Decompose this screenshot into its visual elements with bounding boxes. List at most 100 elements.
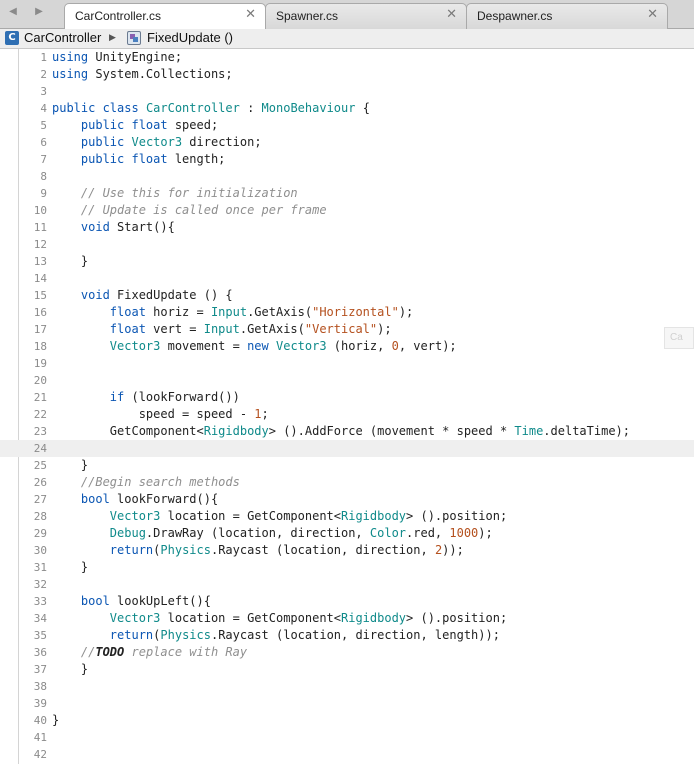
line-number: 34 [33, 612, 47, 625]
code-token: speed; [167, 118, 219, 132]
code-token: location = GetComponent< [160, 509, 341, 523]
code-token: Start(){ [109, 220, 175, 234]
line-number: 30 [33, 544, 47, 557]
code-text: } [52, 661, 88, 678]
code-token: movement = [160, 339, 248, 353]
code-token: Vector3 [276, 339, 327, 353]
line-number: 16 [33, 306, 47, 319]
code-text: } [52, 457, 88, 474]
code-token: (horiz, [326, 339, 392, 353]
code-line[interactable]: 38 [0, 678, 694, 695]
code-token: .GetAxis( [247, 305, 313, 319]
code-line[interactable]: 28 Vector3 location = GetComponent<Rigid… [0, 508, 694, 525]
code-token: Time [514, 424, 544, 438]
code-line[interactable]: 19 [0, 355, 694, 372]
code-line[interactable]: 10 // Update is called once per frame [0, 202, 694, 219]
code-line[interactable]: 18 Vector3 movement = new Vector3 (horiz… [0, 338, 694, 355]
code-token: Debug [109, 526, 146, 540]
code-line[interactable]: 20 [0, 372, 694, 389]
close-icon[interactable]: ✕ [245, 8, 256, 22]
code-token: "Horizontal" [312, 305, 399, 319]
code-line[interactable]: 27 bool lookForward(){ [0, 491, 694, 508]
code-text: public class CarController : MonoBehavio… [52, 100, 370, 117]
code-token: void [80, 288, 110, 302]
close-icon[interactable]: ✕ [446, 8, 457, 22]
breadcrumb-method[interactable]: FixedUpdate () [147, 30, 233, 45]
code-line[interactable]: 26 //Begin search methods [0, 474, 694, 491]
code-token: vert = [145, 322, 204, 336]
code-line[interactable]: 3 [0, 83, 694, 100]
code-line[interactable]: 21 if (lookForward()) [0, 389, 694, 406]
code-line[interactable]: 37 } [0, 661, 694, 678]
code-line[interactable]: 35 return(Physics.Raycast (location, dir… [0, 627, 694, 644]
code-line[interactable]: 17 float vert = Input.GetAxis("Vertical"… [0, 321, 694, 338]
tab-label: Despawner.cs [477, 9, 553, 23]
code-line[interactable]: 34 Vector3 location = GetComponent<Rigid… [0, 610, 694, 627]
code-line[interactable]: 22 speed = speed - 1; [0, 406, 694, 423]
code-line[interactable]: 36 //TODO replace with Ray [0, 644, 694, 661]
code-line[interactable]: 6 public Vector3 direction; [0, 134, 694, 151]
code-line[interactable]: 1 using UnityEngine; [0, 49, 694, 66]
code-line[interactable]: 25 } [0, 457, 694, 474]
code-token: //Begin search methods [80, 475, 240, 489]
code-token: Color [369, 526, 407, 540]
code-line[interactable]: 11 void Start(){ [0, 219, 694, 236]
back-arrow-icon[interactable]: ◀ [4, 5, 22, 19]
code-line[interactable]: 9 // Use this for initialization [0, 185, 694, 202]
line-number: 27 [33, 493, 47, 506]
code-line[interactable]: 23 GetComponent<Rigidbody> ().AddForce (… [0, 423, 694, 440]
code-token: // [80, 645, 96, 659]
code-line[interactable]: 32 [0, 576, 694, 593]
code-token: .DrawRay (location, direction, [145, 526, 370, 540]
code-line[interactable]: 33 bool lookUpLeft(){ [0, 593, 694, 610]
code-line[interactable]: 16 float horiz = Input.GetAxis("Horizont… [0, 304, 694, 321]
code-token: ); [398, 305, 414, 319]
breadcrumb-class[interactable]: CarController [24, 30, 101, 45]
tab-carcontroller[interactable]: CarController.cs ✕ [64, 3, 266, 30]
code-line[interactable]: 4 public class CarController : MonoBehavi… [0, 100, 694, 117]
tab-despawner[interactable]: Despawner.cs ✕ [466, 3, 668, 29]
code-token: speed = speed - [52, 407, 255, 421]
line-number: 10 [33, 204, 47, 217]
code-line[interactable]: 14 [0, 270, 694, 287]
forward-arrow-icon[interactable]: ▶ [30, 5, 48, 19]
tab-spawner[interactable]: Spawner.cs ✕ [265, 3, 467, 29]
code-line[interactable]: 8 [0, 168, 694, 185]
code-token: Vector3 [109, 339, 161, 353]
close-icon[interactable]: ✕ [647, 8, 658, 22]
line-number: 4 [40, 102, 47, 115]
code-editor[interactable]: 1 using UnityEngine; 2 using System.Collect… [0, 49, 694, 764]
code-line[interactable]: 39 [0, 695, 694, 712]
code-token: { [355, 101, 370, 115]
code-token: lookForward(){ [109, 492, 219, 506]
code-text: bool lookForward(){ [52, 491, 218, 508]
code-text: float horiz = Input.GetAxis("Horizontal"… [52, 304, 413, 321]
code-line[interactable]: 5 public float speed; [0, 117, 694, 134]
code-line[interactable]: 2 using System.Collections; [0, 66, 694, 83]
code-line[interactable]: 30 return(Physics.Raycast (location, dir… [0, 542, 694, 559]
code-token: bool [80, 492, 110, 506]
code-line[interactable]: 41 [0, 729, 694, 746]
code-line[interactable]: 15 void FixedUpdate () { [0, 287, 694, 304]
code-line[interactable]: 40} [0, 712, 694, 729]
code-token: > ().position; [406, 611, 508, 625]
code-token: return [109, 628, 154, 642]
code-line[interactable]: 7 public float length; [0, 151, 694, 168]
line-number: 5 [40, 119, 47, 132]
code-token: lookUpLeft(){ [109, 594, 211, 608]
code-line[interactable]: 24 [0, 440, 694, 457]
code-line[interactable]: 29 Debug.DrawRay (location, direction, C… [0, 525, 694, 542]
code-line[interactable]: 13 } [0, 253, 694, 270]
code-line[interactable]: 12 [0, 236, 694, 253]
code-line[interactable]: 31 } [0, 559, 694, 576]
code-line[interactable]: 42 [0, 746, 694, 763]
